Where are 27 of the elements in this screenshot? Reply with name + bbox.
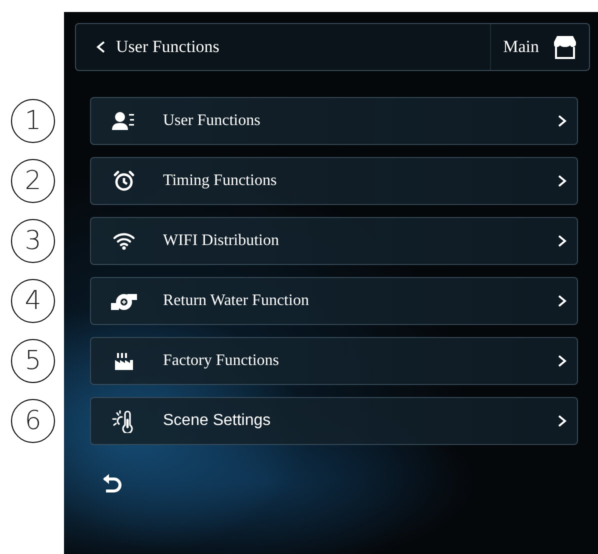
chevron-right-icon bbox=[557, 174, 567, 188]
sun-thermometer-icon bbox=[112, 409, 136, 433]
number-marker: 2 bbox=[11, 159, 55, 203]
menu-item[interactable]: Scene Settings bbox=[90, 397, 578, 445]
number-marker: 1 bbox=[11, 99, 55, 143]
user-icon bbox=[112, 111, 136, 131]
wifi-icon bbox=[113, 232, 135, 250]
chevron-right-icon bbox=[557, 414, 567, 428]
menu-item[interactable]: Factory Functions bbox=[90, 337, 578, 385]
chevron-right-icon bbox=[557, 294, 567, 308]
factory-icon bbox=[114, 352, 134, 370]
menu-item[interactable]: User Functions bbox=[90, 97, 578, 145]
alarm-clock-icon bbox=[113, 170, 135, 192]
menu-item[interactable]: WIFI Distribution bbox=[90, 217, 578, 265]
chevron-right-icon bbox=[557, 234, 567, 248]
pump-icon bbox=[111, 291, 137, 311]
number-marker: 3 bbox=[11, 219, 55, 263]
menu-item[interactable]: Return Water Function bbox=[90, 277, 578, 325]
main-button[interactable]: Main bbox=[490, 24, 589, 70]
number-marker: 5 bbox=[11, 339, 55, 383]
chevron-left-icon bbox=[96, 40, 106, 54]
chevron-right-icon bbox=[557, 114, 567, 128]
menu-item[interactable]: Timing Functions bbox=[90, 157, 578, 205]
number-marker: 6 bbox=[11, 399, 55, 443]
number-marker: 4 bbox=[11, 279, 55, 323]
back-link[interactable]: User Functions bbox=[96, 37, 220, 57]
chevron-right-icon bbox=[557, 354, 567, 368]
